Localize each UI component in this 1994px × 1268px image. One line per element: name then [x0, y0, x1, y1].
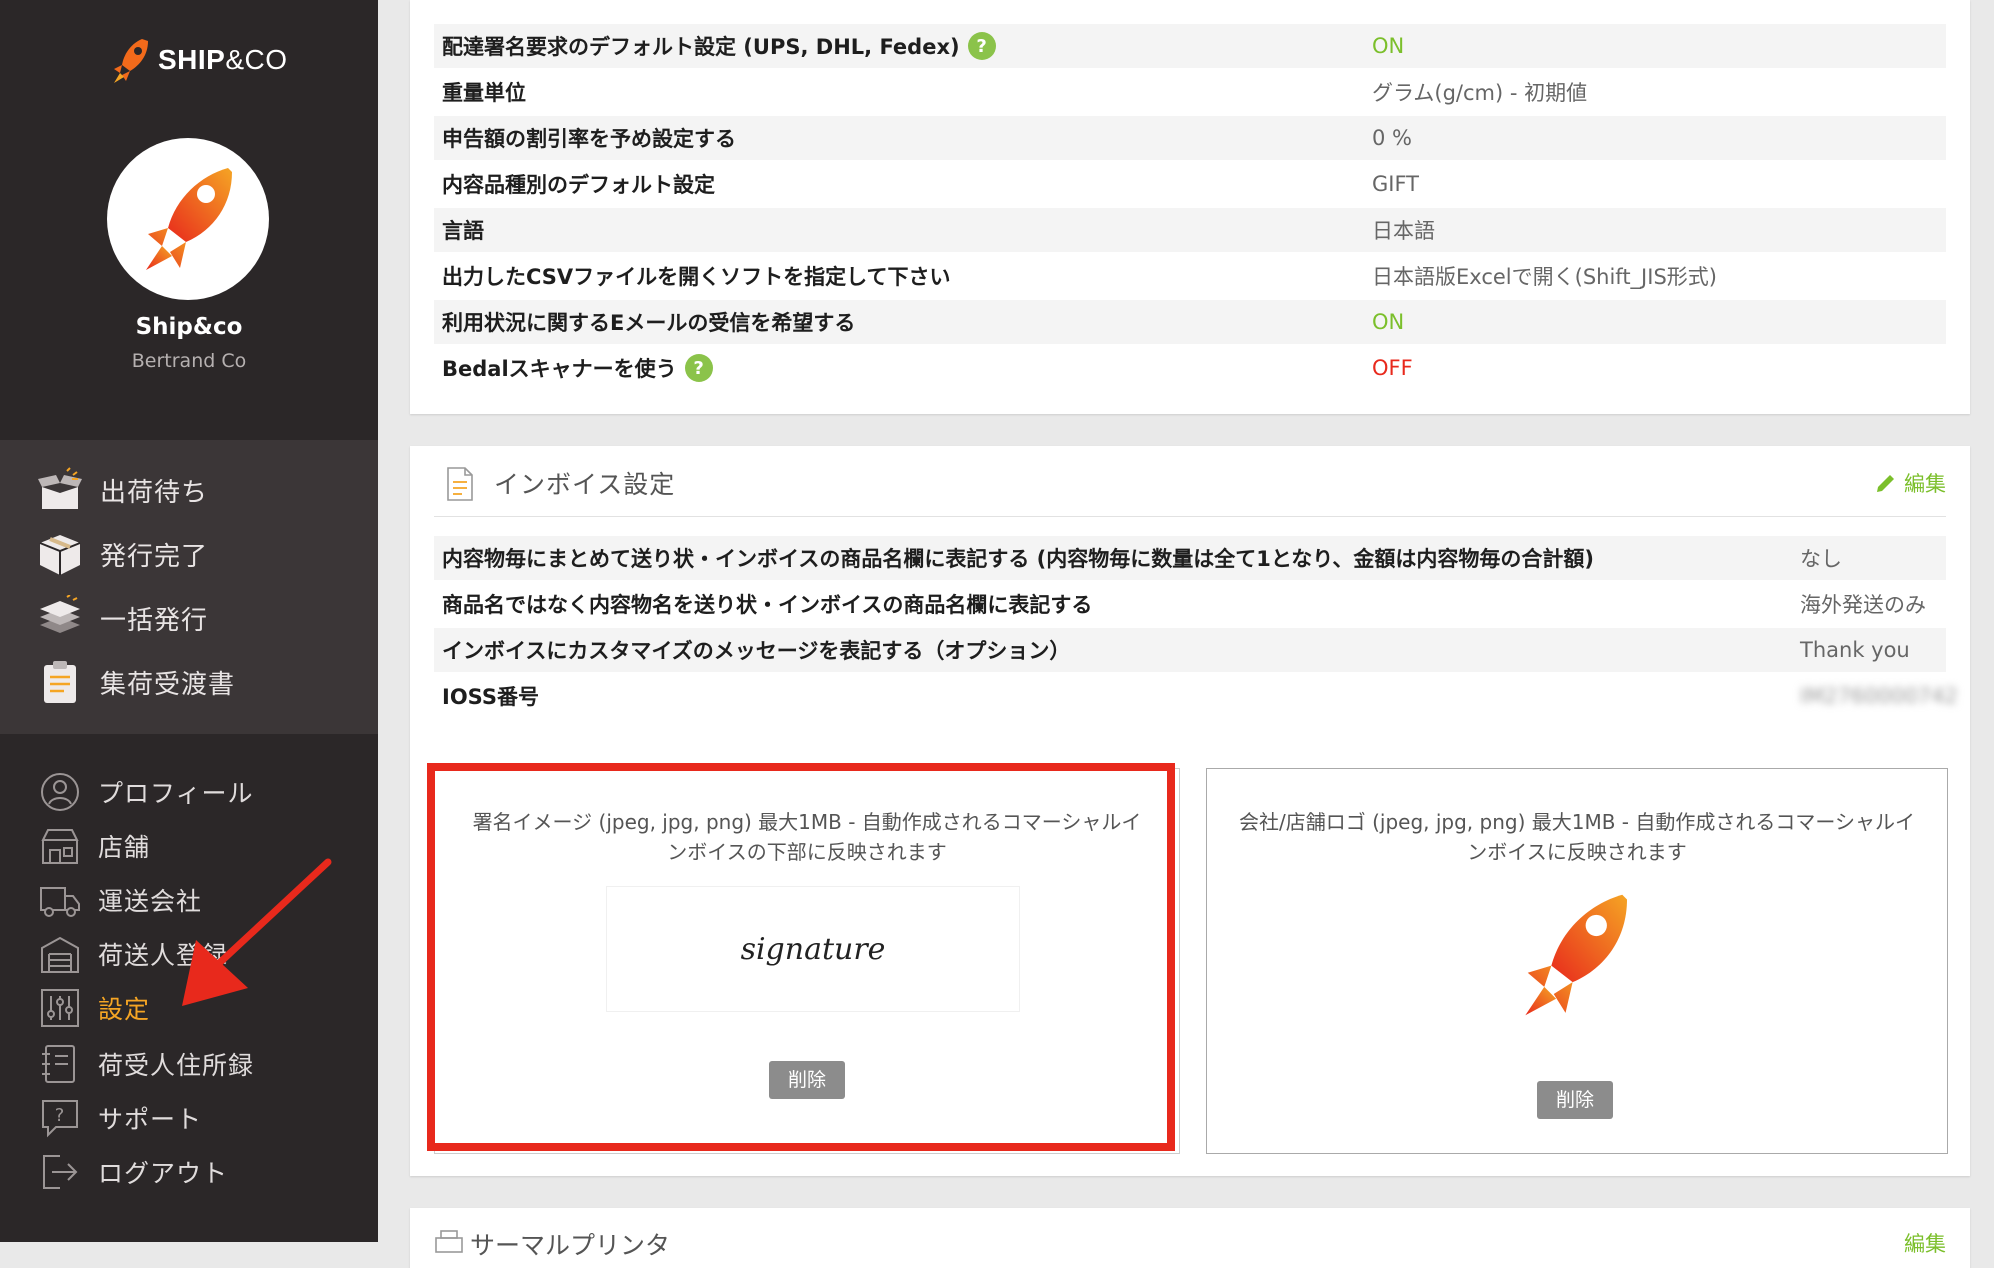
settings-row: 重量単位 グラム(g/cm) - 初期値	[434, 70, 1946, 114]
sidebar-item-logout[interactable]: ログアウト	[38, 1150, 228, 1194]
invoice-row: 商品名ではなく内容物名を送り状・インボイスの商品名欄に表記する 海外発送のみ	[434, 582, 1946, 626]
rocket-logo-image-icon	[1525, 894, 1627, 1016]
settings-value: 日本語版Excelで開く(Shift_JIS形式)	[1372, 265, 1717, 289]
sidebar-item-address-book[interactable]: 荷受人住所録	[38, 1042, 254, 1086]
thermal-printer-card: サーマルプリンタ 編集	[410, 1208, 1970, 1268]
closed-box-icon	[34, 530, 86, 578]
edit-label: 編集	[1904, 472, 1946, 496]
sidebar-item-label: 発行完了	[100, 541, 209, 572]
settings-label: 申告額の割引率を予め設定する	[442, 127, 736, 151]
settings-value: ON	[1372, 310, 1405, 334]
annotation-arrow	[182, 858, 332, 1006]
settings-label: 言語	[442, 219, 484, 243]
settings-value: 日本語	[1372, 219, 1435, 243]
svg-text:?: ?	[55, 1105, 66, 1126]
sidebar-item-label: 一括発行	[100, 605, 209, 636]
avatar[interactable]	[107, 138, 269, 300]
settings-label: 内容品種別のデフォルト設定	[442, 173, 715, 197]
sidebar-item-profile[interactable]: プロフィール	[38, 770, 254, 814]
settings-label: 利用状況に関するEメールの受信を希望する	[442, 311, 856, 335]
user-name: Ship&co	[135, 314, 243, 340]
sidebar-item-label: 荷受人住所録	[98, 1051, 255, 1080]
pencil-icon	[1877, 475, 1894, 492]
settings-value: ON	[1372, 34, 1405, 58]
sidebar-item-label: ログアウト	[98, 1159, 229, 1188]
truck-icon	[38, 878, 82, 922]
sidebar-item-bulk[interactable]: 一括発行	[34, 594, 208, 642]
invoice-row: IOSS番号 IM2760000742	[434, 674, 1958, 718]
sidebar-item-pending[interactable]: 出荷待ち	[34, 466, 208, 514]
sidebar-item-label: プロフィール	[98, 779, 254, 808]
invoice-value: Thank you	[1800, 638, 1910, 662]
invoice-value: なし	[1800, 547, 1842, 571]
invoice-label: IOSS番号	[442, 685, 539, 709]
invoice-label: 内容物毎にまとめて送り状・インボイスの商品名欄に表記する (内容物毎に数量は全て…	[442, 547, 1595, 571]
sidebar-item-label: 店舗	[98, 833, 151, 862]
sidebar-item-pickup[interactable]: 集荷受渡書	[34, 658, 235, 706]
brand-logo[interactable]: SHIP&CO	[112, 30, 288, 90]
settings-row: 出力したCSVファイルを開くソフトを指定して下さい 日本語版Excelで開く(S…	[434, 254, 1946, 298]
settings-row: 言語 日本語	[434, 208, 1946, 252]
annotation-highlight-box	[427, 763, 1175, 1151]
settings-value: グラム(g/cm) - 初期値	[1372, 81, 1588, 105]
stack-icon	[34, 594, 86, 642]
sidebar-item-label: サポート	[98, 1105, 203, 1134]
settings-label: Bedalスキャナーを使う	[442, 357, 677, 381]
settings-label: 配達署名要求のデフォルト設定 (UPS, DHL, Fedex)	[442, 35, 960, 59]
open-box-icon	[34, 466, 86, 514]
brand-name: SHIP&CO	[158, 44, 288, 75]
logo-description: 会社/店舗ロゴ (jpeg, jpg, png) 最大1MB - 自動作成される…	[1239, 810, 1915, 864]
settings-value: OFF	[1372, 356, 1413, 380]
sidebar-item-label: 出荷待ち	[100, 477, 209, 508]
invoice-value: 海外発送のみ	[1800, 593, 1926, 617]
section-title: インボイス設定	[494, 470, 676, 499]
sidebar-item-support[interactable]: ? サポート	[38, 1096, 202, 1140]
invoice-label: インボイスにカスタマイズのメッセージを表記する（オプション）	[442, 639, 1071, 663]
edit-button[interactable]: 編集	[1904, 1228, 1946, 1258]
settings-value: 0 %	[1372, 126, 1412, 150]
settings-label: 重量単位	[442, 81, 526, 105]
settings-label: 出力したCSVファイルを開くソフトを指定して下さい	[442, 265, 951, 289]
sidebar-item-settings[interactable]: 設定	[38, 986, 150, 1030]
warehouse-icon	[38, 932, 82, 976]
user-company: Bertrand Co	[131, 350, 247, 372]
settings-row: 利用状況に関するEメールの受信を希望する ON	[434, 300, 1946, 344]
help-bubble-icon: ?	[38, 1096, 82, 1140]
ioss-value: IM2760000742	[1800, 684, 1958, 708]
sliders-icon	[38, 986, 82, 1030]
help-icon[interactable]: ?	[967, 32, 996, 60]
invoice-row: インボイスにカスタマイズのメッセージを表記する（オプション） Thank you	[434, 628, 1946, 672]
sidebar-item-label: 集荷受渡書	[100, 669, 236, 700]
edit-button[interactable]: 編集	[1874, 468, 1946, 498]
sidebar-item-store[interactable]: 店舗	[38, 824, 150, 868]
rocket-logo-icon	[114, 39, 148, 83]
sidebar-item-issued[interactable]: 発行完了	[34, 530, 208, 578]
settings-row: 内容品種別のデフォルト設定 GIFT	[434, 162, 1946, 206]
invoice-header: インボイス設定 編集	[434, 446, 1946, 517]
logo-image[interactable]	[1501, 881, 1649, 1029]
rocket-avatar-icon	[146, 168, 232, 270]
store-icon	[38, 824, 82, 868]
settings-row: 配達署名要求のデフォルト設定 (UPS, DHL, Fedex)? ON	[434, 24, 1946, 68]
invoice-document-icon	[446, 466, 474, 506]
printer-icon	[434, 1228, 464, 1262]
section-title: サーマルプリンタ	[470, 1231, 671, 1260]
invoice-row: 内容物毎にまとめて送り状・インボイスの商品名欄に表記する (内容物毎に数量は全て…	[434, 536, 1946, 580]
logo-upload-box: 会社/店舗ロゴ (jpeg, jpg, png) 最大1MB - 自動作成される…	[1206, 768, 1948, 1154]
delete-logo-button[interactable]: 削除	[1537, 1081, 1613, 1119]
settings-value: GIFT	[1372, 172, 1420, 196]
logout-icon	[38, 1150, 82, 1194]
settings-row: 申告額の割引率を予め設定する 0 %	[434, 116, 1946, 160]
invoice-label: 商品名ではなく内容物名を送り状・インボイスの商品名欄に表記する	[442, 593, 1093, 617]
clipboard-icon	[34, 658, 86, 706]
sidebar-header: SHIP&CO Ship&co Bertrand Co	[0, 0, 378, 440]
user-icon	[38, 770, 82, 814]
settings-row: Bedalスキャナーを使う? OFF	[434, 346, 1946, 390]
sidebar-item-label: 設定	[98, 995, 151, 1024]
address-book-icon	[38, 1042, 82, 1086]
general-settings-card: 配達署名要求のデフォルト設定 (UPS, DHL, Fedex)? ON 重量単…	[410, 0, 1970, 414]
help-icon[interactable]: ?	[684, 354, 713, 382]
